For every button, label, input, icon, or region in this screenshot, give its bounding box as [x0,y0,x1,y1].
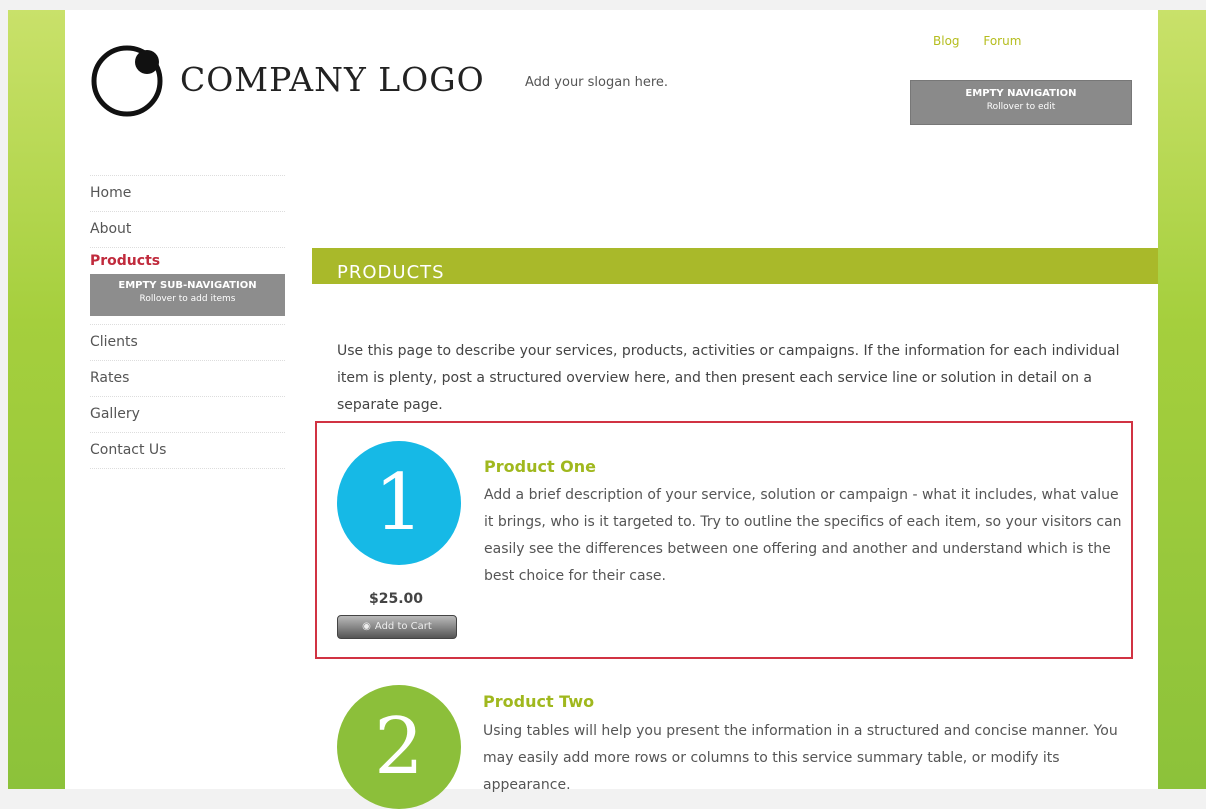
sidebar-nav: Home About Products EMPTY SUB-NAVIGATION… [90,175,285,469]
nav-item-products[interactable]: Products [90,247,285,274]
nav-item-rates[interactable]: Rates [90,360,285,396]
page-title: PRODUCTS [337,262,445,283]
empty-nav-title: EMPTY NAVIGATION [965,88,1077,99]
logo-icon [91,45,163,117]
nav-item-clients[interactable]: Clients [90,324,285,360]
product-one-description: Add a brief description of your service,… [484,487,1122,584]
nav-item-about[interactable]: About [90,211,285,247]
product-one-block[interactable]: 1 Product One Add a brief description of… [315,421,1133,659]
nav-item-contact-us[interactable]: Contact Us [90,432,285,468]
right-border [1158,10,1206,789]
nav-item-gallery[interactable]: Gallery [90,396,285,432]
slogan: Add your slogan here. [525,75,669,90]
product-one-number-circle: 1 [337,441,461,565]
nav-item-home[interactable]: Home [90,175,285,211]
empty-navigation-placeholder[interactable]: EMPTY NAVIGATION Rollover to edit [910,80,1132,125]
add-to-cart-button[interactable]: ◉ Add to Cart [337,615,457,639]
nav-divider [90,468,285,469]
forum-link[interactable]: Forum [983,34,1021,48]
add-to-cart-label: Add to Cart [374,621,432,632]
product-one-price: $25.00 [369,591,424,607]
blog-link[interactable]: Blog [933,34,960,48]
empty-sub-navigation-placeholder[interactable]: EMPTY SUB-NAVIGATION Rollover to add ite… [90,274,285,316]
product-two-title: Product Two [483,692,595,711]
sub-nav-title: EMPTY SUB-NAVIGATION [118,280,257,291]
empty-nav-subtitle: Rollover to edit [986,102,1056,112]
product-two-description: Using tables will help you present the i… [483,723,1118,793]
sub-nav-subtitle: Rollover to add items [139,294,236,304]
page-container: COMPANY LOGO Add your slogan here. Blog … [65,10,1158,809]
left-border [8,10,65,789]
intro-text: Use this page to describe your services,… [337,343,1120,413]
cart-icon: ◉ [362,621,371,632]
page-title-banner: PRODUCTS [312,248,1158,284]
product-one-title: Product One [484,457,596,476]
top-links: Blog Forum [933,34,1041,48]
logo-text[interactable]: COMPANY LOGO [180,60,485,99]
product-two-number-circle: 2 [337,685,461,809]
